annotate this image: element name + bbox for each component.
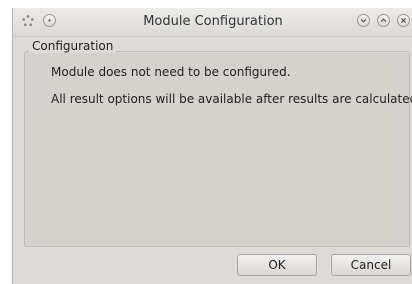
configuration-group [24, 51, 410, 247]
close-icon[interactable] [397, 14, 410, 27]
minimize-icon[interactable] [357, 14, 370, 27]
group-title: Configuration [29, 39, 117, 53]
maximize-icon[interactable] [377, 14, 390, 27]
title-bar[interactable]: Module Configuration [13, 8, 412, 37]
window-title: Module Configuration [143, 14, 283, 29]
message-line: All result options will be available aft… [51, 92, 412, 106]
ok-button[interactable]: OK [237, 254, 317, 276]
message-line: Module does not need to be configured. [51, 65, 291, 79]
cancel-button[interactable]: Cancel [331, 254, 411, 276]
dialog-window: Module Configuration Configuration Modul… [12, 8, 412, 284]
